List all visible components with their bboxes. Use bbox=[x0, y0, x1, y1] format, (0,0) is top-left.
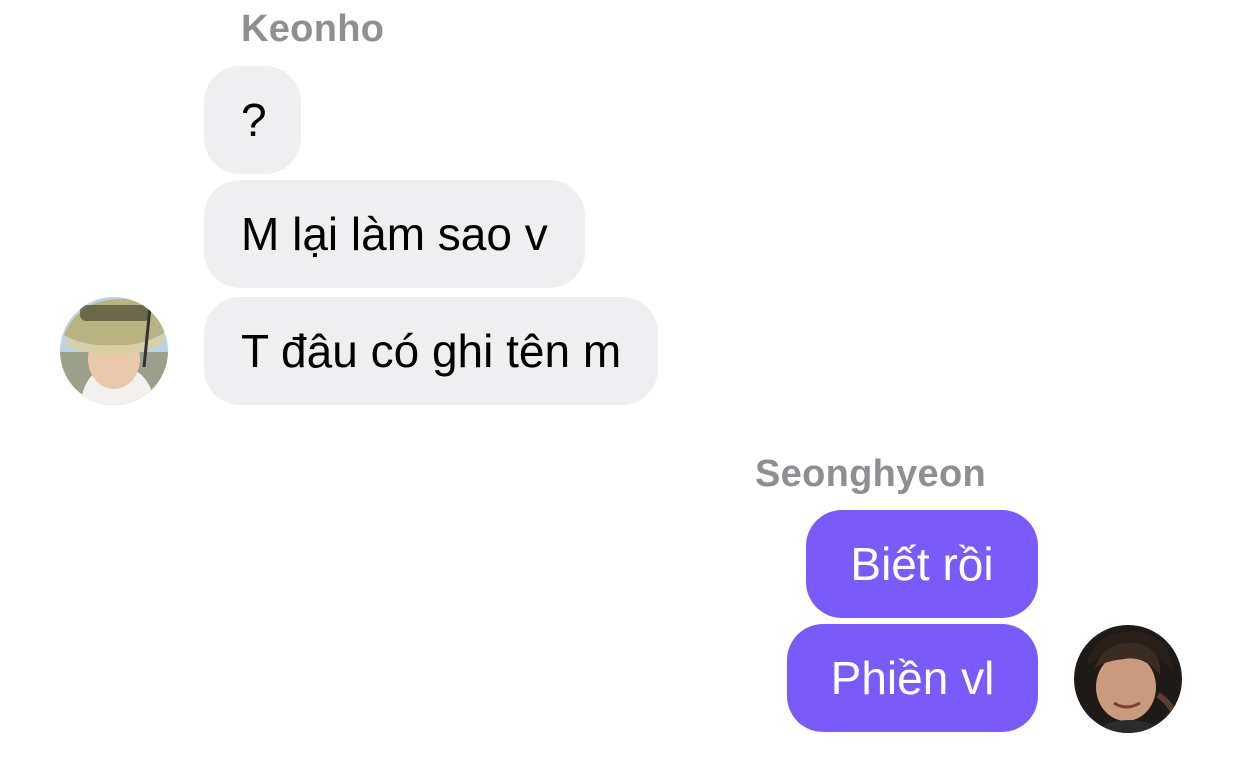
message-text: ? bbox=[241, 94, 267, 146]
message-text: M lại làm sao v bbox=[241, 208, 548, 260]
message-bubble-outgoing[interactable]: Phiền vl bbox=[787, 624, 1038, 732]
message-text: T đâu có ghi tên m bbox=[241, 325, 622, 377]
message-text: Phiền vl bbox=[830, 652, 995, 704]
message-bubble-incoming[interactable]: ? bbox=[204, 66, 301, 174]
avatar-seonghyeon[interactable] bbox=[1074, 625, 1182, 733]
message-text: Biết rồi bbox=[850, 538, 994, 590]
sender-name-keonho: Keonho bbox=[241, 8, 385, 50]
message-bubble-incoming[interactable]: M lại làm sao v bbox=[204, 180, 585, 288]
user-photo-avatar-icon bbox=[60, 297, 168, 405]
avatar-keonho[interactable] bbox=[60, 297, 168, 405]
message-bubble-outgoing[interactable]: Biết rồi bbox=[806, 510, 1038, 618]
sender-name-seonghyeon: Seonghyeon bbox=[755, 453, 987, 495]
user-photo-avatar-icon bbox=[1074, 625, 1182, 733]
message-bubble-incoming[interactable]: T đâu có ghi tên m bbox=[204, 297, 659, 405]
